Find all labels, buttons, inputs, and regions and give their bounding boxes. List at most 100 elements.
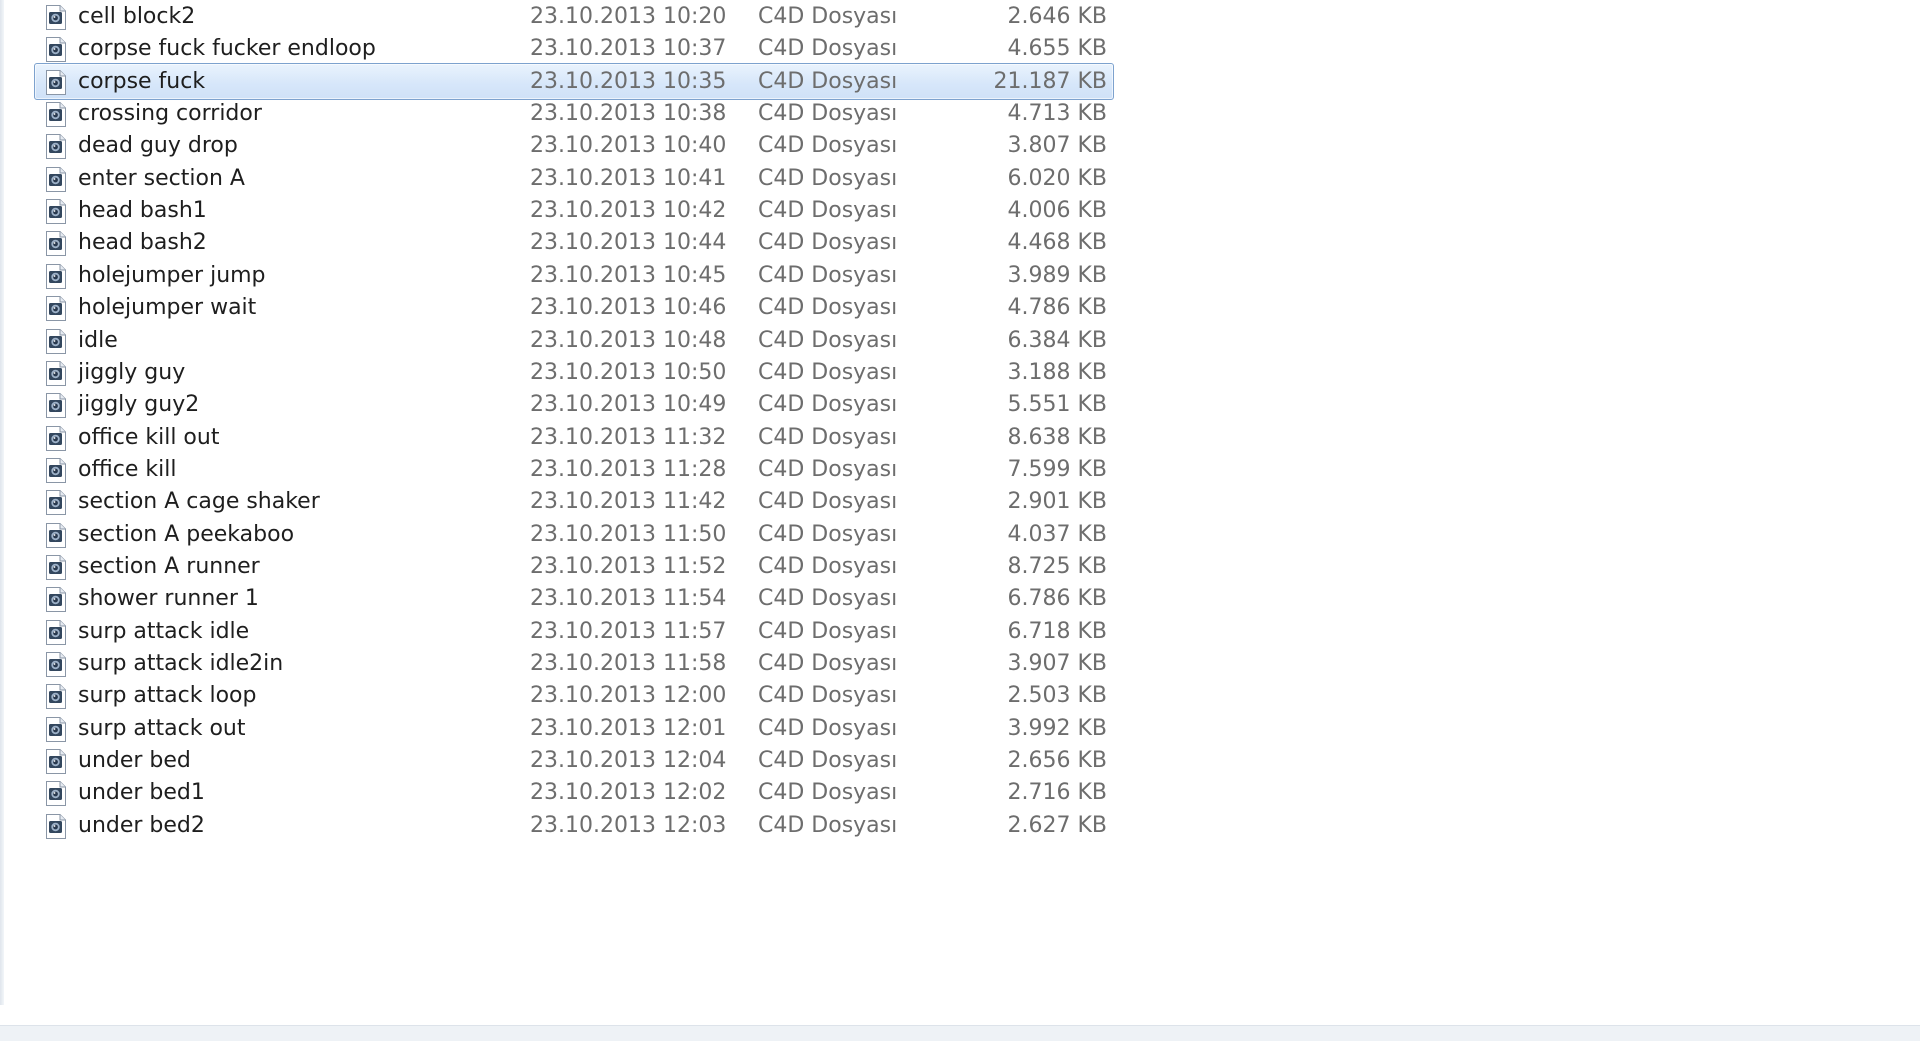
c4d-file-icon bbox=[45, 813, 67, 840]
file-date-modified: 23.10.2013 12:03 bbox=[530, 812, 727, 838]
file-size: 3.907 KB bbox=[1007, 651, 1108, 676]
file-row[interactable]: head bash2 23.10.2013 10:44 C4D Dosyası … bbox=[34, 224, 1114, 261]
c4d-file-icon bbox=[45, 780, 67, 807]
file-row[interactable]: holejumper wait 23.10.2013 10:46 C4D Dos… bbox=[34, 289, 1114, 326]
file-type: C4D Dosyası bbox=[758, 456, 898, 482]
file-type: C4D Dosyası bbox=[758, 618, 898, 644]
file-row[interactable]: office kill out 23.10.2013 11:32 C4D Dos… bbox=[34, 419, 1114, 456]
file-date-modified: 23.10.2013 12:02 bbox=[530, 780, 727, 806]
c4d-file-icon bbox=[45, 554, 67, 581]
file-size: 8.638 KB bbox=[1007, 424, 1108, 450]
file-row[interactable]: shower runner 1 23.10.2013 11:54 C4D Dos… bbox=[34, 580, 1114, 617]
file-type: C4D Dosyası bbox=[758, 651, 898, 676]
file-type: C4D Dosyası bbox=[758, 586, 898, 612]
file-type: C4D Dosyası bbox=[758, 780, 898, 806]
file-date-modified: 23.10.2013 10:20 bbox=[530, 4, 727, 29]
file-date-modified: 23.10.2013 10:40 bbox=[530, 133, 727, 159]
file-name: under bed2 bbox=[78, 812, 205, 838]
c4d-file-icon bbox=[45, 295, 67, 322]
file-size: 4.037 KB bbox=[1007, 521, 1108, 547]
file-type: C4D Dosyası bbox=[758, 521, 898, 547]
file-type: C4D Dosyası bbox=[758, 553, 898, 579]
file-name: holejumper jump bbox=[78, 262, 266, 288]
file-size: 4.006 KB bbox=[1007, 198, 1108, 224]
file-type: C4D Dosyası bbox=[758, 4, 898, 29]
c4d-file-icon bbox=[45, 425, 67, 452]
c4d-file-icon bbox=[45, 392, 67, 419]
file-date-modified: 23.10.2013 11:32 bbox=[530, 424, 727, 450]
c4d-file-icon bbox=[45, 4, 67, 31]
file-size: 2.716 KB bbox=[1007, 780, 1108, 806]
file-size: 4.655 KB bbox=[1007, 36, 1108, 62]
file-size: 2.901 KB bbox=[1007, 489, 1108, 515]
c4d-file-icon bbox=[45, 683, 67, 710]
file-name: crossing corridor bbox=[78, 101, 262, 127]
file-row[interactable]: corpse fuck fucker endloop 23.10.2013 10… bbox=[34, 30, 1114, 67]
file-date-modified: 23.10.2013 11:58 bbox=[530, 651, 727, 676]
c4d-file-icon bbox=[45, 586, 67, 613]
file-size: 6.786 KB bbox=[1007, 586, 1108, 612]
c4d-file-icon bbox=[45, 489, 67, 516]
file-size: 2.503 KB bbox=[1007, 683, 1108, 709]
file-row[interactable]: dead guy drop 23.10.2013 10:40 C4D Dosya… bbox=[34, 127, 1114, 164]
file-size: 3.807 KB bbox=[1007, 133, 1108, 159]
file-date-modified: 23.10.2013 12:04 bbox=[530, 748, 727, 774]
file-type: C4D Dosyası bbox=[758, 101, 898, 127]
c4d-file-icon bbox=[45, 651, 67, 678]
file-date-modified: 23.10.2013 11:28 bbox=[530, 456, 727, 482]
file-size: 21.187 KB bbox=[993, 68, 1108, 94]
c4d-file-icon bbox=[45, 619, 67, 646]
file-type: C4D Dosyası bbox=[758, 133, 898, 159]
c4d-file-icon bbox=[45, 198, 67, 225]
file-type: C4D Dosyası bbox=[758, 812, 898, 838]
file-type: C4D Dosyası bbox=[758, 295, 898, 321]
c4d-file-icon bbox=[45, 69, 67, 96]
file-row[interactable]: under bed1 23.10.2013 12:02 C4D Dosyası … bbox=[34, 774, 1114, 811]
file-name: jiggly guy bbox=[78, 359, 186, 385]
c4d-file-icon bbox=[45, 457, 67, 484]
c4d-file-icon bbox=[45, 748, 67, 775]
c4d-file-icon bbox=[45, 522, 67, 549]
file-row[interactable]: jiggly guy2 23.10.2013 10:49 C4D Dosyası… bbox=[34, 386, 1114, 423]
file-name: corpse fuck fucker endloop bbox=[78, 36, 376, 62]
file-name: under bed1 bbox=[78, 780, 205, 806]
explorer-window: cell block2 23.10.2013 10:20 C4D Dosyası… bbox=[0, 0, 1920, 1041]
c4d-file-icon bbox=[45, 328, 67, 355]
file-name: holejumper wait bbox=[78, 295, 257, 321]
file-size: 2.656 KB bbox=[1007, 748, 1108, 774]
file-name: head bash2 bbox=[78, 230, 207, 256]
file-type: C4D Dosyası bbox=[758, 198, 898, 224]
file-row[interactable]: idle 23.10.2013 10:48 C4D Dosyası 6.384 … bbox=[34, 322, 1114, 359]
file-name: surp attack idle2in bbox=[78, 651, 284, 676]
file-name: corpse fuck bbox=[78, 68, 206, 94]
c4d-file-icon bbox=[45, 36, 67, 63]
file-date-modified: 23.10.2013 12:01 bbox=[530, 715, 727, 741]
file-date-modified: 23.10.2013 11:54 bbox=[530, 586, 727, 612]
file-type: C4D Dosyası bbox=[758, 489, 898, 515]
file-type: C4D Dosyası bbox=[758, 748, 898, 774]
status-bar-strip bbox=[0, 1026, 1920, 1041]
file-size: 7.599 KB bbox=[1007, 456, 1108, 482]
file-name: office kill bbox=[78, 456, 177, 482]
file-row[interactable]: surp attack loop 23.10.2013 12:00 C4D Do… bbox=[34, 677, 1114, 714]
file-size: 6.020 KB bbox=[1007, 165, 1108, 191]
file-row[interactable]: section A cage shaker 23.10.2013 11:42 C… bbox=[34, 483, 1114, 520]
file-type: C4D Dosyası bbox=[758, 327, 898, 353]
file-name: jiggly guy2 bbox=[78, 392, 200, 418]
file-type: C4D Dosyası bbox=[758, 715, 898, 741]
file-name: under bed bbox=[78, 748, 191, 774]
pane-left-border bbox=[0, 0, 4, 1005]
file-row[interactable]: under bed2 23.10.2013 12:03 C4D Dosyası … bbox=[34, 807, 1114, 844]
file-date-modified: 23.10.2013 11:57 bbox=[530, 618, 727, 644]
file-name: office kill out bbox=[78, 424, 220, 450]
file-size: 2.646 KB bbox=[1007, 4, 1108, 29]
file-name: enter section A bbox=[78, 165, 245, 191]
file-type: C4D Dosyası bbox=[758, 359, 898, 385]
file-name: shower runner 1 bbox=[78, 586, 259, 612]
file-name: section A peekaboo bbox=[78, 521, 295, 547]
file-size: 3.188 KB bbox=[1007, 359, 1108, 385]
file-date-modified: 23.10.2013 10:35 bbox=[530, 68, 727, 94]
file-date-modified: 23.10.2013 11:50 bbox=[530, 521, 727, 547]
file-name: section A runner bbox=[78, 553, 260, 579]
file-date-modified: 23.10.2013 10:45 bbox=[530, 262, 727, 288]
